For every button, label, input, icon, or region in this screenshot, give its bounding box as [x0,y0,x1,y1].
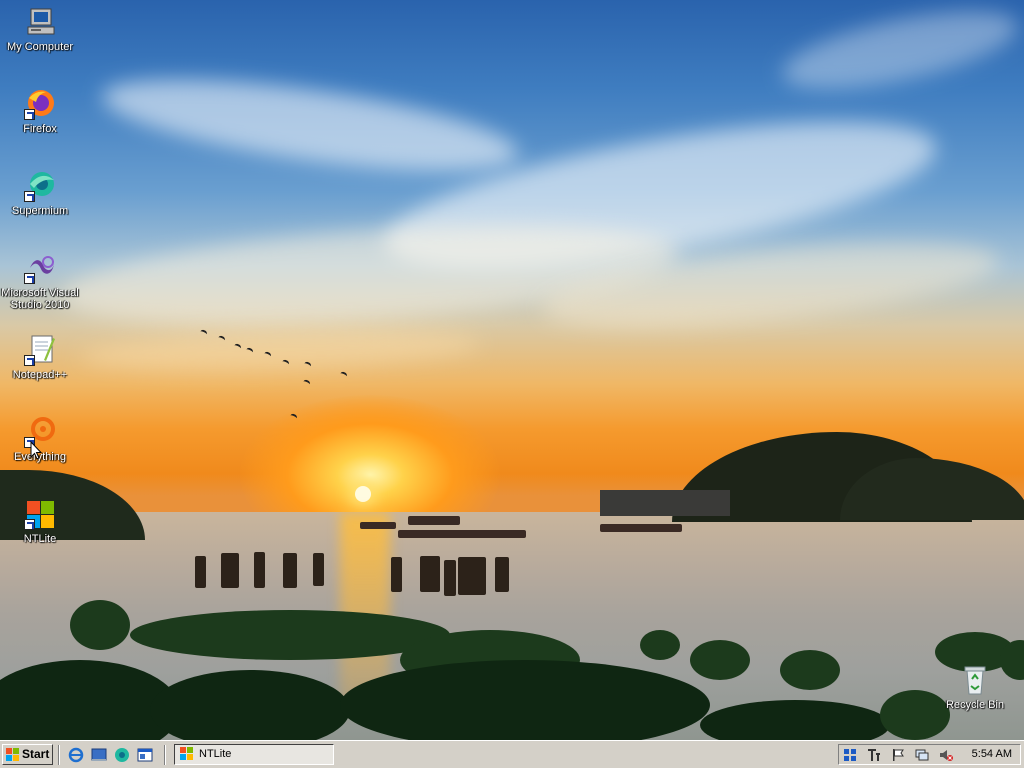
desktop-icon-label: Notepad++ [12,369,68,381]
shortcut-arrow-icon [24,273,35,284]
internet-explorer-icon[interactable] [68,747,84,763]
taskbar-button-ntlite[interactable]: NTLite [174,744,334,765]
desktop-icon-supermium[interactable]: Supermium [0,170,80,217]
desktop-icon-recycle-bin[interactable]: Recycle Bin [935,664,1015,711]
shortcut-arrow-icon [24,191,35,202]
desktop-wallpaper [0,0,1024,740]
text-tool-icon[interactable] [867,748,881,762]
taskbar-separator [58,745,60,765]
supermium-icon [24,170,56,202]
windows-logo-icon[interactable] [843,748,857,762]
volume-muted-icon[interactable] [939,748,953,762]
desktop-icon-label: Microsoft Visual Studio 2010 [1,287,79,311]
system-tray: 5:54 AM [838,744,1021,765]
window-switch-icon[interactable] [137,747,153,763]
taskbar: Start NTLite 5:54 AM [0,740,1024,768]
start-button[interactable]: Start [2,744,53,765]
desktop-icon-label: My Computer [6,41,74,53]
desktop-icon-firefox[interactable]: Firefox [0,88,80,135]
start-label: Start [22,747,50,761]
recycle-bin-icon [959,664,991,696]
desktop-icon-label: Supermium [11,205,69,217]
windows-logo-icon [6,748,19,761]
visual-studio-icon [24,252,56,284]
mouse-cursor-icon [30,441,42,460]
flag-icon[interactable] [891,748,905,762]
my-computer-icon [24,6,56,38]
shortcut-arrow-icon [24,355,35,366]
show-desktop-icon[interactable] [91,747,107,763]
firefox-icon [24,88,56,120]
desktop-icon-my-computer[interactable]: My Computer [0,6,80,53]
desktop-icon-label: NTLite [23,533,57,545]
desktop-icon-label: Recycle Bin [945,699,1005,711]
supermium-icon[interactable] [114,747,130,763]
ntlite-icon [24,498,56,530]
ntlite-icon [180,747,193,760]
notepadpp-icon [24,334,56,366]
taskbar-clock[interactable]: 5:54 AM [972,748,1012,760]
desktop-icon-ntlite[interactable]: NTLite [0,498,80,545]
desktop-icon-notepadpp[interactable]: Notepad++ [0,334,80,381]
network-icon[interactable] [915,748,929,762]
desktop-icon-visual-studio[interactable]: Microsoft Visual Studio 2010 [0,252,80,311]
shortcut-arrow-icon [24,109,35,120]
shortcut-arrow-icon [24,519,35,530]
taskbar-separator [164,745,166,765]
desktop-icon-label: Firefox [23,123,57,135]
taskbar-button-label: NTLite [199,748,232,760]
